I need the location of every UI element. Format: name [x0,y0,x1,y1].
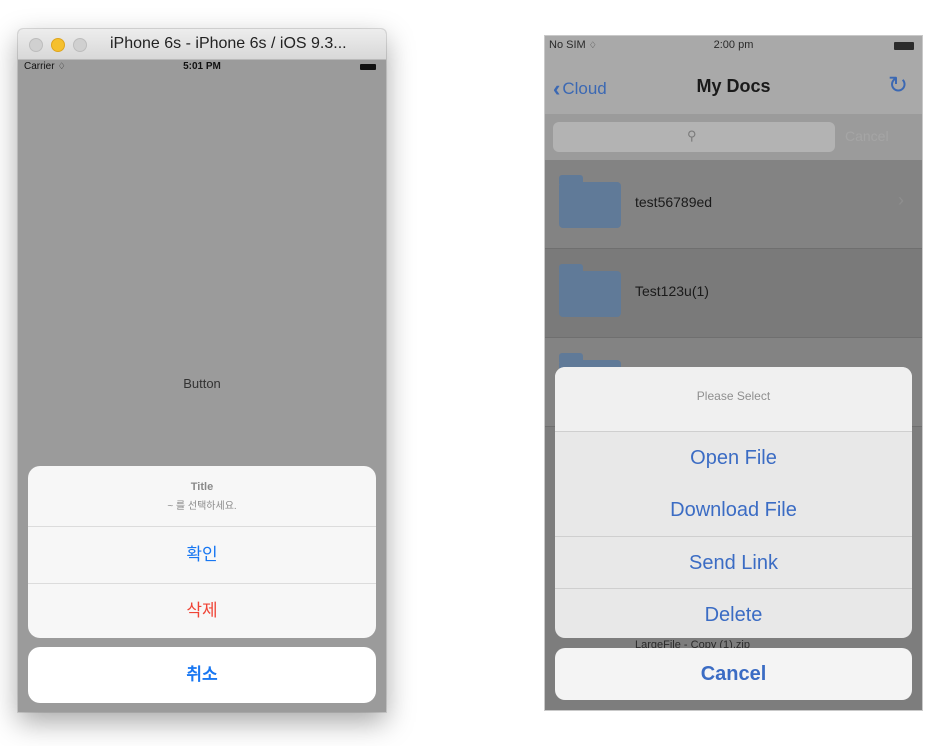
window-titlebar: iPhone 6s - iPhone 6s / iOS 9.3... [18,29,386,60]
phone-screenshot: No SIM ♢ 2:00 pm ‹ Cloud My Docs ↻ ⚲ Cance… [544,35,923,711]
battery-icon [360,64,376,70]
delete-button[interactable]: 삭제 [28,584,376,638]
action-sheet-message: ~ 를 선택하세요. [167,501,237,512]
button-label[interactable]: Button [18,376,386,391]
search-icon: ⚲ [687,128,697,143]
confirm-button[interactable]: 확인 [28,527,376,583]
action-sheet-title: Title [190,481,214,493]
folder-icon [559,175,621,228]
send-link-button[interactable]: Send Link [555,537,912,589]
search-cancel-button[interactable]: Cancel [845,128,889,144]
list-item[interactable]: test56789ed › [545,160,922,249]
status-time: 2:00 pm [713,39,754,51]
navigation-bar: ‹ Cloud My Docs ↻ [545,56,922,114]
window-title: iPhone 6s - iPhone 6s / iOS 9.3... [110,35,347,52]
open-file-button[interactable]: Open File [555,432,912,484]
action-sheet-title: Please Select [696,389,771,403]
close-window-button[interactable] [29,38,43,52]
cancel-button[interactable]: 취소 [28,647,376,703]
delete-button[interactable]: Delete [555,589,912,638]
list-item-label: test56789ed [635,194,713,210]
battery-icon [894,42,914,50]
folder-icon [559,264,621,317]
cancel-button[interactable]: Cancel [555,648,912,700]
refresh-icon[interactable]: ↻ [888,71,908,100]
list-item[interactable]: Test123u(1) [545,249,922,338]
status-bar: No SIM ♢ 2:00 pm [545,36,922,56]
simulator-window: iPhone 6s - iPhone 6s / iOS 9.3... Carri… [18,29,386,712]
page-title: My Docs [696,76,771,96]
chevron-right-icon: › [898,190,904,210]
status-time: 5:01 PM [183,61,221,72]
list-item-label: Test123u(1) [635,283,709,299]
action-sheet-header: Please Select [555,367,912,431]
download-file-button[interactable]: Download File [555,484,912,536]
action-sheet: Title ~ 를 선택하세요. 확인 삭제 [28,466,376,638]
status-bar: Carrier ♢ 5:01 PM [18,60,386,76]
search-bar: ⚲ Cancel [545,114,922,160]
minimize-window-button[interactable] [51,38,65,52]
search-input[interactable]: ⚲ [553,122,835,152]
zoom-window-button[interactable] [73,38,87,52]
action-sheet: Please Select Open File Download File Se… [555,367,912,638]
